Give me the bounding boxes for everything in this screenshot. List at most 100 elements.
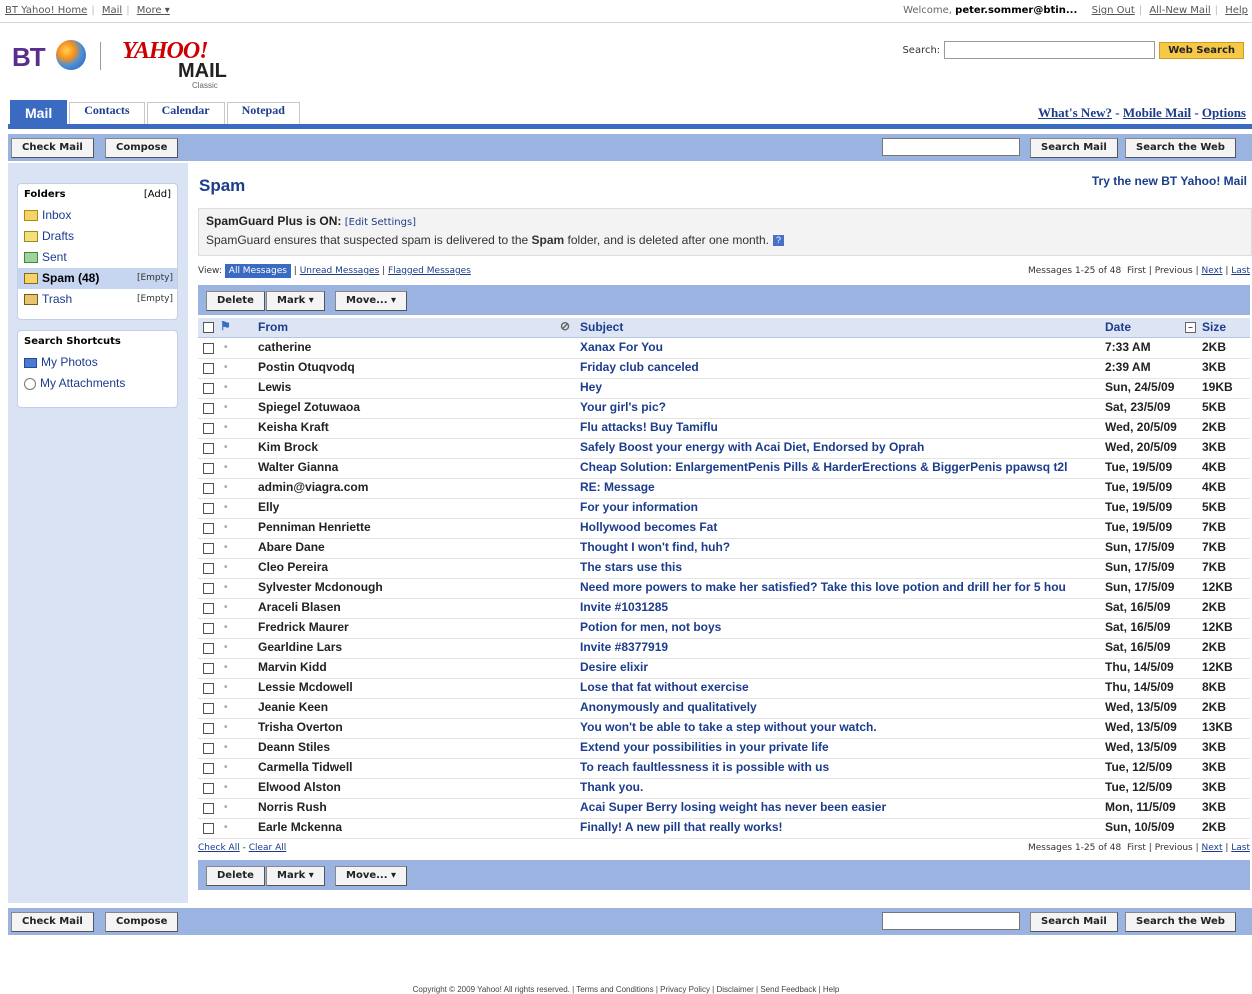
row-checkbox[interactable] (203, 483, 214, 494)
table-row[interactable]: • Fredrick Maurer Potion for men, not boys… (198, 618, 1250, 639)
flag-dot-icon[interactable]: • (224, 738, 228, 757)
table-row[interactable]: • Araceli Blasen Invite #1031285 Sat, 16/5/… (198, 598, 1250, 619)
table-row[interactable]: • Deann Stiles Extend your possibilities i… (198, 738, 1250, 759)
column-size[interactable]: Size (1202, 320, 1226, 334)
flag-dot-icon[interactable]: • (224, 378, 228, 397)
flag-dot-icon[interactable]: • (224, 578, 228, 597)
flag-dot-icon[interactable]: • (224, 678, 228, 697)
row-checkbox[interactable] (203, 563, 214, 574)
tab-contacts[interactable]: Contacts (69, 102, 145, 125)
compose-button[interactable]: Compose (105, 138, 179, 158)
whats-new-link[interactable]: What's New? (1038, 105, 1112, 120)
flag-dot-icon[interactable]: • (224, 818, 228, 837)
column-date[interactable]: Date (1105, 320, 1131, 334)
tab-calendar[interactable]: Calendar (146, 102, 225, 125)
message-from[interactable]: Elly (258, 498, 279, 517)
table-row[interactable]: • Sylvester Mcdonough Need more powers to … (198, 578, 1250, 599)
table-row[interactable]: • admin@viagra.com RE: Message Tue, 19/5/09… (198, 478, 1250, 499)
message-subject[interactable]: Lose that fat without exercise (580, 678, 1106, 697)
table-row[interactable]: • Lessie Mcdowell Lose that fat without ex… (198, 678, 1250, 699)
column-subject[interactable]: Subject (580, 320, 623, 334)
table-row[interactable]: • Elly For your information Tue, 19/5/09 5KB (198, 498, 1250, 519)
check-mail-button[interactable]: Check Mail (11, 912, 94, 932)
message-subject[interactable]: Invite #1031285 (580, 598, 1106, 617)
message-subject[interactable]: Safely Boost your energy with Acai Diet,… (580, 438, 1106, 457)
table-row[interactable]: • Norris Rush Acai Super Berry losing weig… (198, 798, 1250, 819)
move-button[interactable]: Move... ▾ (335, 866, 408, 886)
folder-trash[interactable]: Trash [Empty] (18, 289, 177, 310)
message-subject[interactable]: Your girl's pic? (580, 398, 1106, 417)
message-from[interactable]: Lessie Mcdowell (258, 678, 353, 697)
help-link[interactable]: Help (1225, 5, 1248, 16)
message-subject[interactable]: Friday club canceled (580, 358, 1106, 377)
table-row[interactable]: • Penniman Henriette Hollywood becomes Fat… (198, 518, 1250, 539)
message-from[interactable]: Trisha Overton (258, 718, 343, 737)
sign-out-link[interactable]: Sign Out (1092, 5, 1135, 16)
view-all-messages[interactable]: All Messages (224, 264, 291, 278)
flag-dot-icon[interactable]: • (224, 438, 228, 457)
row-checkbox[interactable] (203, 583, 214, 594)
row-checkbox[interactable] (203, 423, 214, 434)
flag-dot-icon[interactable]: • (224, 458, 228, 477)
view-flagged-link[interactable]: Flagged Messages (388, 266, 471, 276)
row-checkbox[interactable] (203, 783, 214, 794)
table-row[interactable]: • Walter Gianna Cheap Solution: Enlargemen… (198, 458, 1250, 479)
message-from[interactable]: Carmella Tidwell (258, 758, 352, 777)
row-checkbox[interactable] (203, 383, 214, 394)
mail-search-input[interactable] (882, 138, 1020, 156)
next-page-link[interactable]: Next (1202, 266, 1223, 276)
flag-dot-icon[interactable]: • (224, 718, 228, 737)
table-row[interactable]: • Earle Mckenna Finally! A new pill that r… (198, 818, 1250, 839)
help-icon[interactable]: ? (773, 235, 785, 247)
row-checkbox[interactable] (203, 723, 214, 734)
message-from[interactable]: Gearldine Lars (258, 638, 342, 657)
message-subject[interactable]: Flu attacks! Buy Tamiflu (580, 418, 1106, 437)
check-all-link[interactable]: Check All (198, 843, 240, 853)
mail-search-input[interactable] (882, 912, 1020, 930)
all-new-mail-link[interactable]: All-New Mail (1149, 5, 1210, 16)
row-checkbox[interactable] (203, 343, 214, 354)
table-row[interactable]: • Marvin Kidd Desire elixir Thu, 14/5/09 12K… (198, 658, 1250, 679)
top-search-input[interactable] (944, 41, 1156, 59)
table-row[interactable]: • Jeanie Keen Anonymously and qualitativel… (198, 698, 1250, 719)
message-from[interactable]: Cleo Pereira (258, 558, 328, 577)
tab-mail[interactable]: Mail (10, 100, 68, 125)
row-checkbox[interactable] (203, 643, 214, 654)
last-page-link[interactable]: Last (1231, 266, 1250, 276)
message-subject[interactable]: Acai Super Berry losing weight has never… (580, 798, 1106, 817)
flag-dot-icon[interactable]: • (224, 638, 228, 657)
message-subject[interactable]: For your information (580, 498, 1106, 517)
message-from[interactable]: Sylvester Mcdonough (258, 578, 383, 597)
message-from[interactable]: admin@viagra.com (258, 478, 368, 497)
message-subject[interactable]: Thought I won't find, huh? (580, 538, 1106, 557)
row-checkbox[interactable] (203, 603, 214, 614)
row-checkbox[interactable] (203, 463, 214, 474)
table-row[interactable]: • Gearldine Lars Invite #8377919 Sat, 16/5/… (198, 638, 1250, 659)
search-mail-button[interactable]: Search Mail (1030, 912, 1118, 932)
bt-yahoo-home-link[interactable]: BT Yahoo! Home (5, 5, 87, 16)
message-from[interactable]: Araceli Blasen (258, 598, 341, 617)
message-from[interactable]: Norris Rush (258, 798, 327, 817)
flag-dot-icon[interactable]: • (224, 778, 228, 797)
message-from[interactable]: Elwood Alston (258, 778, 341, 797)
search-web-button[interactable]: Search the Web (1125, 912, 1236, 932)
row-checkbox[interactable] (203, 663, 214, 674)
message-from[interactable]: Keisha Kraft (258, 418, 329, 437)
table-row[interactable]: • Postin Otuqvodq Friday club canceled 2:39… (198, 358, 1250, 379)
table-row[interactable]: • Kim Brock Safely Boost your energy with … (198, 438, 1250, 459)
message-from[interactable]: Jeanie Keen (258, 698, 328, 717)
delete-button[interactable]: Delete (206, 291, 265, 311)
message-subject[interactable]: Finally! A new pill that really works! (580, 818, 1106, 837)
row-checkbox[interactable] (203, 803, 214, 814)
message-from[interactable]: Marvin Kidd (258, 658, 327, 677)
empty-spam-link[interactable]: [Empty] (137, 268, 173, 289)
row-checkbox[interactable] (203, 443, 214, 454)
edit-settings-link[interactable]: [Edit Settings] (345, 217, 416, 228)
try-new-mail-link[interactable]: Try the new BT Yahoo! Mail (1092, 174, 1247, 188)
view-unread-link[interactable]: Unread Messages (300, 266, 380, 276)
flag-dot-icon[interactable]: • (224, 418, 228, 437)
message-subject[interactable]: RE: Message (580, 478, 1106, 497)
move-button[interactable]: Move... ▾ (335, 291, 408, 311)
table-row[interactable]: • Trisha Overton You won't be able to take… (198, 718, 1250, 739)
search-mail-button[interactable]: Search Mail (1030, 138, 1118, 158)
